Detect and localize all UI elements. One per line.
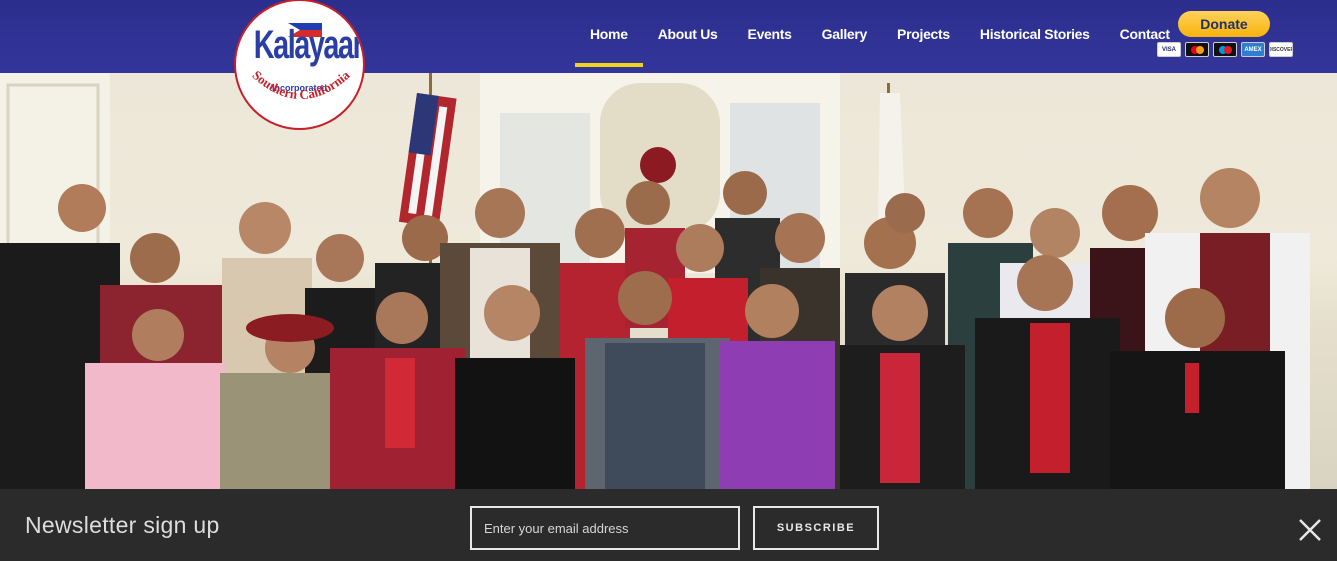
close-icon[interactable] xyxy=(1296,516,1324,544)
nav-about-us[interactable]: About Us xyxy=(643,0,733,67)
svg-text:Southern California: Southern California xyxy=(250,67,353,102)
logo-region-text: Southern California xyxy=(250,67,353,102)
logo-region-arc: Southern California xyxy=(250,67,353,102)
nav-historical-stories[interactable]: Historical Stories xyxy=(965,0,1105,67)
site-logo[interactable]: Kalayaan Incorporated Southern Californi… xyxy=(234,0,365,130)
main-nav: Home About Us Events Gallery Projects Hi… xyxy=(575,0,1185,73)
discover-card-icon: DISCOVER xyxy=(1269,42,1293,57)
mastercard-icon xyxy=(1185,42,1209,57)
subscribe-button[interactable]: SUBSCRIBE xyxy=(753,506,879,550)
payment-cards: VISA AMEX DISCOVER xyxy=(1157,42,1293,57)
amex-card-icon: AMEX xyxy=(1241,42,1265,57)
donate-button[interactable]: Donate xyxy=(1178,11,1270,37)
newsletter-bar: Newsletter sign up SUBSCRIBE xyxy=(0,489,1337,561)
newsletter-email-input[interactable] xyxy=(470,506,740,550)
maestro-icon xyxy=(1213,42,1237,57)
visa-card-icon: VISA xyxy=(1157,42,1181,57)
site-header: Home About Us Events Gallery Projects Hi… xyxy=(0,0,1337,73)
logo-brand-text: Kalayaan xyxy=(253,23,365,67)
nav-events[interactable]: Events xyxy=(733,0,807,67)
group-photo-illustration xyxy=(0,73,1310,489)
nav-projects[interactable]: Projects xyxy=(882,0,965,67)
newsletter-title: Newsletter sign up xyxy=(25,511,220,538)
hero-group-photo xyxy=(0,73,1337,489)
nav-home[interactable]: Home xyxy=(575,0,643,67)
nav-gallery[interactable]: Gallery xyxy=(807,0,882,67)
